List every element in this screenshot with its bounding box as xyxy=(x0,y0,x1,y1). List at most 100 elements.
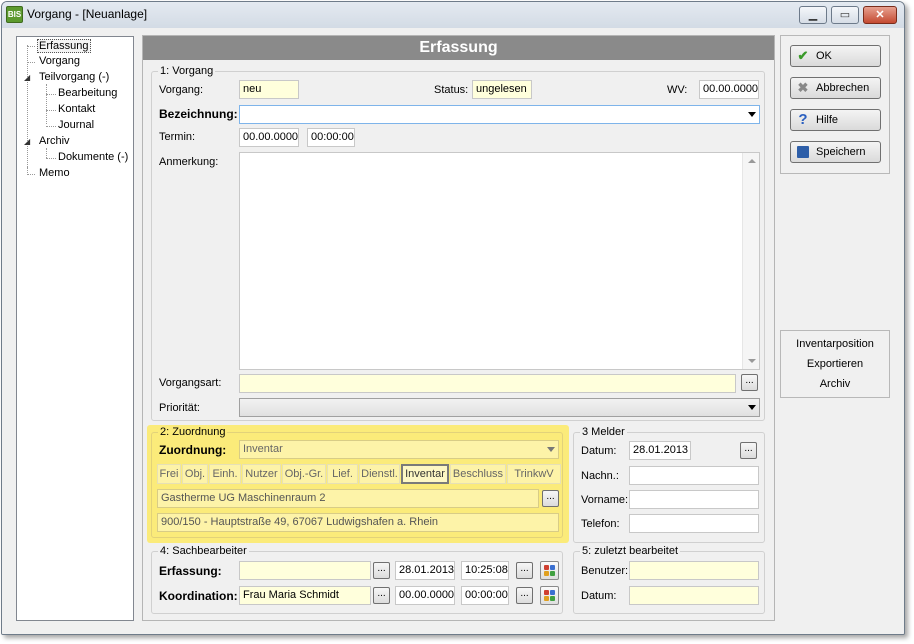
extra-links-panel: Inventarposition Exportieren Archiv xyxy=(780,330,890,398)
erfassung-contact-button[interactable] xyxy=(540,561,559,580)
tree-line xyxy=(46,158,56,159)
inventar-browse-button[interactable]: ... xyxy=(542,490,559,507)
exportieren-link[interactable]: Exportieren xyxy=(781,358,889,370)
scroll-down-icon[interactable] xyxy=(748,359,756,363)
erfassung-time-button[interactable]: ... xyxy=(516,562,533,579)
tree-item-journal[interactable]: Journal xyxy=(58,119,94,131)
koordination-name-field[interactable]: Frau Maria Schmidt xyxy=(239,586,371,605)
zuordnung-label: Zuordnung: xyxy=(159,443,227,457)
zuordnung-group: 2: Zuordnung Zuordnung: Inventar Frei Ob… xyxy=(151,426,563,538)
koordination-date-field[interactable]: 00.00.0000 xyxy=(395,586,455,605)
nachn-field[interactable] xyxy=(629,466,759,485)
vorgangsart-label: Vorgangsart: xyxy=(159,377,222,389)
tab-lief[interactable]: Lief. xyxy=(327,464,358,484)
telefon-label: Telefon: xyxy=(581,518,620,530)
anmerkung-label: Anmerkung: xyxy=(159,156,219,168)
tab-dienstl[interactable]: Dienstl. xyxy=(359,464,400,484)
zuletzt-bearbeitet-group: 5: zuletzt bearbeitet Benutzer: Datum: xyxy=(573,545,765,614)
vorname-field[interactable] xyxy=(629,490,759,509)
tree-item-bearbeitung[interactable]: Bearbeitung xyxy=(58,87,117,99)
tree-line xyxy=(46,148,47,158)
tree-item-dokumente[interactable]: Dokumente (-) xyxy=(58,151,128,163)
prioritaet-combo[interactable] xyxy=(239,398,760,417)
main-panel: Erfassung 1: Vorgang Vorgang: neu Status… xyxy=(142,35,775,621)
client-area: Erfassung Vorgang ◢ Teilvorgang (-) Bear… xyxy=(2,28,904,634)
group-legend: 4: Sachbearbeiter xyxy=(158,545,249,557)
abbrechen-label: Abbrechen xyxy=(816,82,870,94)
koordination-time-button[interactable]: ... xyxy=(516,587,533,604)
vorgang-field[interactable]: neu xyxy=(239,80,299,99)
tree-line xyxy=(27,62,35,63)
tree-line xyxy=(27,46,35,47)
melder-datum-field[interactable]: 28.01.2013 xyxy=(629,441,691,460)
tree-line xyxy=(46,126,56,127)
vorgangsart-browse-button[interactable]: ... xyxy=(741,374,758,391)
erfassung-browse-button[interactable]: ... xyxy=(373,562,390,579)
vorgang-group: 1: Vorgang Vorgang: neu Status: ungelese… xyxy=(151,65,765,421)
application-window: BIS Vorgang - [Neuanlage] ▁ ▭ ✕ Erfassun… xyxy=(1,1,905,635)
anmerkung-textarea[interactable] xyxy=(239,152,760,370)
tree-line xyxy=(46,84,47,124)
inventar-field[interactable]: Gastherme UG Maschinenraum 2 xyxy=(157,489,539,508)
erfassung-name-field[interactable] xyxy=(239,561,371,580)
tab-einh[interactable]: Einh. xyxy=(209,464,241,484)
termin-time-field[interactable]: 00:00:00 xyxy=(307,128,355,147)
bezeichnung-combo[interactable] xyxy=(239,105,760,124)
save-disk-icon xyxy=(797,146,809,158)
zuordnung-combo[interactable]: Inventar xyxy=(239,440,559,459)
vorgangsart-field[interactable] xyxy=(239,374,736,393)
termin-date-field[interactable]: 00.00.0000 xyxy=(239,128,299,147)
hilfe-button[interactable]: ? Hilfe xyxy=(790,109,881,131)
tab-trinkwv[interactable]: TrinkwV xyxy=(507,464,561,484)
inventarposition-link[interactable]: Inventarposition xyxy=(781,338,889,350)
title-bar[interactable]: BIS Vorgang - [Neuanlage] ▁ ▭ ✕ xyxy=(2,2,904,28)
tab-inventar[interactable]: Inventar xyxy=(401,464,449,484)
tab-nutzer[interactable]: Nutzer xyxy=(242,464,281,484)
sachbearbeiter-group: 4: Sachbearbeiter Erfassung: ... 28.01.2… xyxy=(151,545,563,614)
ok-button[interactable]: ✔ OK xyxy=(790,45,881,67)
tree-line xyxy=(27,45,28,175)
archiv-link[interactable]: Archiv xyxy=(781,378,889,390)
tree-item-vorgang[interactable]: Vorgang xyxy=(39,55,80,67)
tree-item-memo[interactable]: Memo xyxy=(39,167,70,179)
tab-obj[interactable]: Obj. xyxy=(182,464,208,484)
tab-obj-gr[interactable]: Obj.-Gr. xyxy=(282,464,326,484)
close-button[interactable]: ✕ xyxy=(863,6,897,24)
maximize-button[interactable]: ▭ xyxy=(831,6,859,24)
zuordnung-value: Inventar xyxy=(243,443,283,455)
checkmark-icon: ✔ xyxy=(797,48,809,63)
erfassung-date-field[interactable]: 28.01.2013 xyxy=(395,561,455,580)
vertical-scrollbar[interactable] xyxy=(742,153,759,369)
koordination-contact-button[interactable] xyxy=(540,586,559,605)
close-icon: ✕ xyxy=(875,9,885,21)
zuletzt-datum-label: Datum: xyxy=(581,590,617,602)
tab-frei[interactable]: Frei xyxy=(157,464,181,484)
expand-icon[interactable]: ◢ xyxy=(24,137,30,146)
erfassung-time-field[interactable]: 10:25:08 xyxy=(461,561,509,580)
tree-line xyxy=(27,174,35,175)
telefon-field[interactable] xyxy=(629,514,759,533)
melder-datum-button[interactable]: ... xyxy=(740,442,757,459)
group-legend: 3 Melder xyxy=(580,426,627,438)
group-legend: 5: zuletzt bearbeitet xyxy=(580,545,681,557)
tab-beschluss[interactable]: Beschluss xyxy=(450,464,506,484)
prioritaet-label: Priorität: xyxy=(159,402,200,414)
scroll-up-icon[interactable] xyxy=(748,159,756,163)
tree-item-erfassung[interactable]: Erfassung xyxy=(37,39,91,53)
status-field[interactable]: ungelesen xyxy=(472,80,532,99)
vorname-label: Vorname: xyxy=(581,494,629,506)
address-field: 900/150 - Hauptstraße 49, 67067 Ludwigsh… xyxy=(157,513,559,532)
minimize-button[interactable]: ▁ xyxy=(799,6,827,24)
wv-date-field[interactable]: 00.00.0000 xyxy=(699,80,759,99)
maximize-icon: ▭ xyxy=(839,9,851,21)
tree-item-teilvorgang[interactable]: Teilvorgang (-) xyxy=(39,71,109,83)
speichern-button[interactable]: Speichern xyxy=(790,141,881,163)
speichern-label: Speichern xyxy=(816,146,866,158)
tree-item-archiv[interactable]: Archiv xyxy=(39,135,70,147)
koordination-browse-button[interactable]: ... xyxy=(373,587,390,604)
abbrechen-button[interactable]: ✖ Abbrechen xyxy=(790,77,881,99)
help-icon: ? xyxy=(798,111,808,128)
koordination-time-field[interactable]: 00:00:00 xyxy=(461,586,509,605)
expand-icon[interactable]: ◢ xyxy=(24,73,30,82)
tree-item-kontakt[interactable]: Kontakt xyxy=(58,103,95,115)
